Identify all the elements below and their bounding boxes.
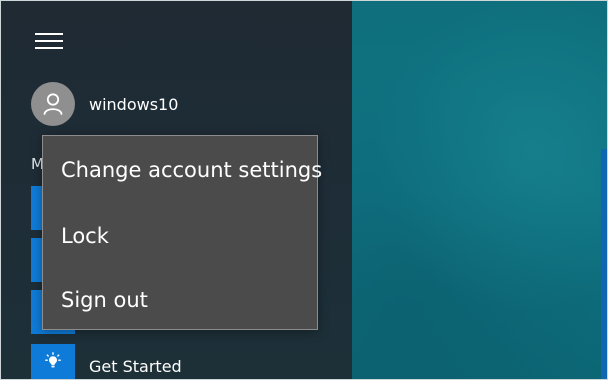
user-icon <box>31 82 75 126</box>
get-started-app-tile[interactable] <box>31 344 75 379</box>
get-started-label: Get Started <box>89 357 182 376</box>
username-label: windows10 <box>89 94 179 114</box>
menu-item-sign-out[interactable]: Sign out <box>61 288 148 312</box>
account-context-menu: Change account settings Lock Sign out <box>42 135 322 330</box>
start-menu-pane: windows10 M Get Started Change account s… <box>1 1 352 379</box>
blue-edge-strip <box>601 149 607 379</box>
menu-item-lock[interactable]: Lock <box>61 224 109 248</box>
user-account-row[interactable]: windows10 <box>31 80 178 128</box>
screen: windows10 M Get Started Change account s… <box>0 0 608 380</box>
hamburger-menu-icon[interactable] <box>35 31 63 53</box>
menu-item-change-account-settings[interactable]: Change account settings <box>61 158 322 182</box>
desktop-background <box>352 1 607 379</box>
lightbulb-icon <box>43 351 63 375</box>
